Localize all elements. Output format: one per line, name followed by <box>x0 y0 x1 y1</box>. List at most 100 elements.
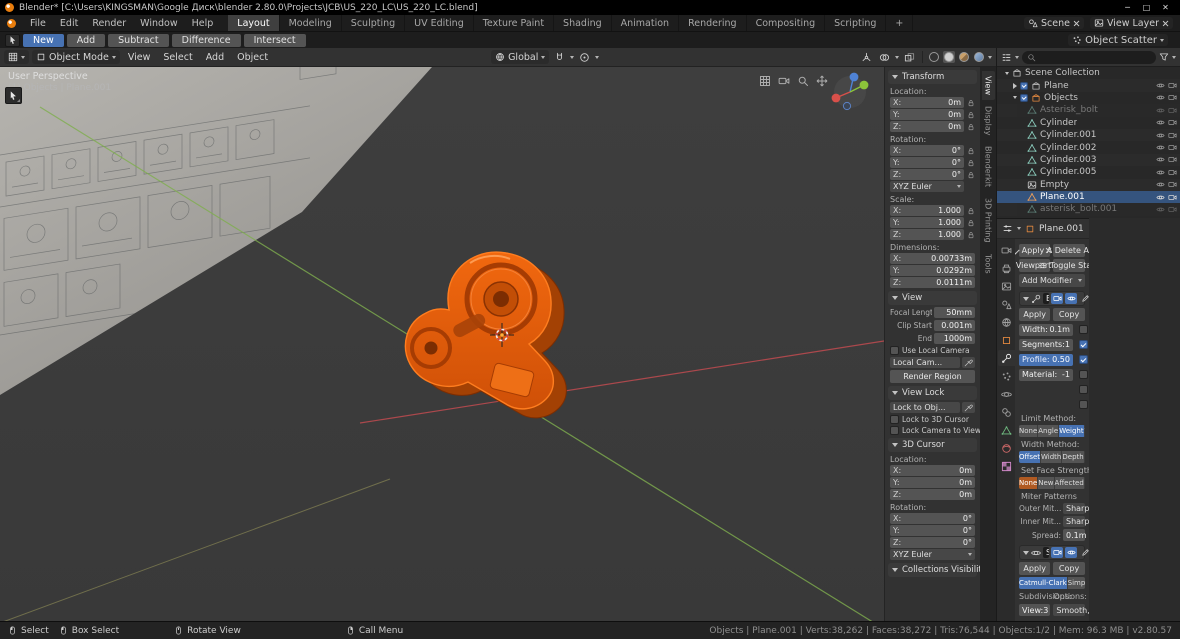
outliner-editor-icon[interactable] <box>1001 52 1012 63</box>
workspace-tab-shading[interactable]: Shading <box>554 15 612 31</box>
clip-end-field[interactable]: 1000m <box>934 333 975 344</box>
mark-sharp-checkbox[interactable] <box>1078 385 1088 394</box>
clamp-overlap-row[interactable]: Clamp Overlap <box>1078 340 1089 349</box>
lock-camera-checkbox[interactable] <box>890 426 899 435</box>
local-camera-field[interactable]: Local Cam... <box>890 357 960 368</box>
mark-sharp-row[interactable]: Mark Sharp <box>1078 385 1089 394</box>
location-x-field[interactable]: X: 0m <box>890 97 964 108</box>
outliner-row-plane-collection[interactable]: Plane <box>997 79 1180 92</box>
harden-normals-checkbox[interactable] <box>1078 400 1088 409</box>
width-offset-button[interactable]: Offset <box>1019 451 1042 463</box>
lock-icon[interactable] <box>967 123 975 131</box>
snap-settings-chevron-icon[interactable] <box>570 55 575 59</box>
tab-texture-properties[interactable] <box>998 458 1015 474</box>
loop-slide-row[interactable]: Loop Slide <box>1078 355 1089 364</box>
chevron-down-icon[interactable] <box>1017 227 1021 230</box>
boolean-subtract-button[interactable]: Subtract <box>108 33 169 47</box>
workspace-tab-layout[interactable]: Layout <box>228 15 280 31</box>
close-button[interactable]: ✕ <box>1156 0 1175 15</box>
scale-x-field[interactable]: X: 1.000 <box>890 205 964 216</box>
lock-icon[interactable] <box>967 231 975 239</box>
modifier-render-toggle[interactable] <box>1051 547 1063 558</box>
uv-smooth-dropdown[interactable]: Smooth, keep cor... <box>1053 604 1089 616</box>
bevel-profile-field[interactable]: Profile: 0.50 <box>1019 353 1073 366</box>
camera-view-icon[interactable] <box>778 75 790 87</box>
workspace-tab-rendering[interactable]: Rendering <box>679 15 747 31</box>
shading-chevron-icon[interactable] <box>988 55 992 59</box>
tab-modifier-properties[interactable] <box>997 350 1015 366</box>
bevel-material-field[interactable]: Material: -1 <box>1019 368 1073 381</box>
tab-constraint-properties[interactable] <box>998 404 1015 420</box>
app-menu-button[interactable] <box>0 15 23 31</box>
bevel-modifier-header[interactable]: Bev <box>1019 291 1085 306</box>
modifier-viewport-toggle[interactable] <box>1065 547 1077 558</box>
select-box-tool-button[interactable] <box>5 87 22 104</box>
menu-add[interactable]: Add <box>201 52 229 63</box>
cursor-rotation-x-field[interactable]: X: 0° <box>890 513 975 524</box>
modifier-editmode-toggle[interactable] <box>1079 547 1089 558</box>
workspace-tab-modeling[interactable]: Modeling <box>280 15 342 31</box>
render-visibility-camera-icon[interactable] <box>1168 93 1177 102</box>
eyedropper-icon[interactable] <box>962 357 975 368</box>
proportional-edit-toggle[interactable] <box>577 50 592 64</box>
lock-icon[interactable] <box>967 207 975 215</box>
render-visibility-camera-icon[interactable] <box>1168 131 1177 140</box>
lock-icon[interactable] <box>967 219 975 227</box>
filter-funnel-icon[interactable] <box>1159 52 1169 62</box>
rotation-z-field[interactable]: Z: 0° <box>890 169 964 180</box>
active-tool-button[interactable] <box>5 33 20 47</box>
boolean-difference-button[interactable]: Difference <box>171 33 241 47</box>
tab-physics-properties[interactable] <box>998 386 1015 402</box>
viewport-canvas-area[interactable]: User Perspective (1) Objects | Plane.001 <box>0 67 884 621</box>
dimensions-x-field[interactable]: X: 0.00733m <box>890 253 975 264</box>
outliner-row-cylinder[interactable]: Cylinder <box>997 117 1180 129</box>
limit-none-button[interactable]: None <box>1019 425 1039 437</box>
hide-eye-icon[interactable] <box>1156 180 1165 189</box>
tab-object-properties[interactable] <box>998 332 1015 348</box>
use-local-camera-row[interactable]: Use Local Camera <box>890 346 975 355</box>
object-scatter-tool[interactable]: Object Scatter <box>1068 34 1168 46</box>
cursor-panel-header[interactable]: 3D Cursor <box>888 438 977 452</box>
editor-type-button[interactable] <box>4 50 29 64</box>
overlays-chevron-icon[interactable] <box>895 55 899 59</box>
menu-render[interactable]: Render <box>85 15 133 31</box>
bevel-width-field[interactable]: Width: 0.1m <box>1019 323 1073 336</box>
workspace-tab-uv-editing[interactable]: UV Editing <box>405 15 474 31</box>
sidebar-tab-display[interactable]: Display <box>982 101 995 141</box>
dimensions-z-field[interactable]: Z: 0.0111m <box>890 277 975 288</box>
view-lock-panel-header[interactable]: View Lock <box>888 386 977 400</box>
catmull-clark-button[interactable]: Catmull-Clark <box>1019 577 1068 589</box>
modifier-viewport-toggle[interactable] <box>1065 293 1077 304</box>
outliner-row-asterisk-bolt-001[interactable]: asterisk_bolt.001 <box>997 203 1180 216</box>
proportional-settings-chevron-icon[interactable] <box>595 55 600 59</box>
eyedropper-icon[interactable] <box>962 402 975 413</box>
boolean-add-button[interactable]: Add <box>66 33 106 47</box>
hide-eye-icon[interactable] <box>1156 118 1165 127</box>
workspace-tab-animation[interactable]: Animation <box>612 15 680 31</box>
menu-file[interactable]: File <box>23 15 53 31</box>
scale-z-field[interactable]: Z: 1.000 <box>890 229 964 240</box>
view-panel-header[interactable]: View <box>888 291 977 305</box>
spread-field[interactable]: 0.1m <box>1063 529 1087 541</box>
shading-material-button[interactable] <box>958 51 970 63</box>
menu-view[interactable]: View <box>123 52 156 63</box>
menu-edit[interactable]: Edit <box>53 15 85 31</box>
render-visibility-camera-icon[interactable] <box>1168 118 1177 127</box>
shading-wireframe-button[interactable] <box>928 51 940 63</box>
mark-seams-row[interactable]: Mark Seams <box>1078 370 1089 379</box>
lock-to-3d-cursor-row[interactable]: Lock to 3D Cursor <box>890 415 975 424</box>
hide-eye-icon[interactable] <box>1156 205 1165 214</box>
scale-y-field[interactable]: Y: 1.000 <box>890 217 964 228</box>
shading-solid-button[interactable] <box>943 51 955 63</box>
lock-to-3d-cursor-checkbox[interactable] <box>890 415 899 424</box>
rotation-y-field[interactable]: Y: 0° <box>890 157 964 168</box>
tab-object-data-properties[interactable] <box>998 422 1015 438</box>
unlink-view-layer-icon[interactable] <box>1162 20 1169 27</box>
hide-eye-icon[interactable] <box>1156 168 1165 177</box>
collection-exclude-checkbox[interactable] <box>1020 81 1028 90</box>
outliner-row-scene-collection[interactable]: Scene Collection <box>997 67 1180 79</box>
zoom-view-icon[interactable] <box>797 75 809 87</box>
mode-dropdown[interactable]: Object Mode <box>32 50 120 64</box>
harden-normals-row[interactable]: Harden Normals <box>1078 400 1089 409</box>
width-depth-button[interactable]: Depth <box>1062 451 1085 463</box>
